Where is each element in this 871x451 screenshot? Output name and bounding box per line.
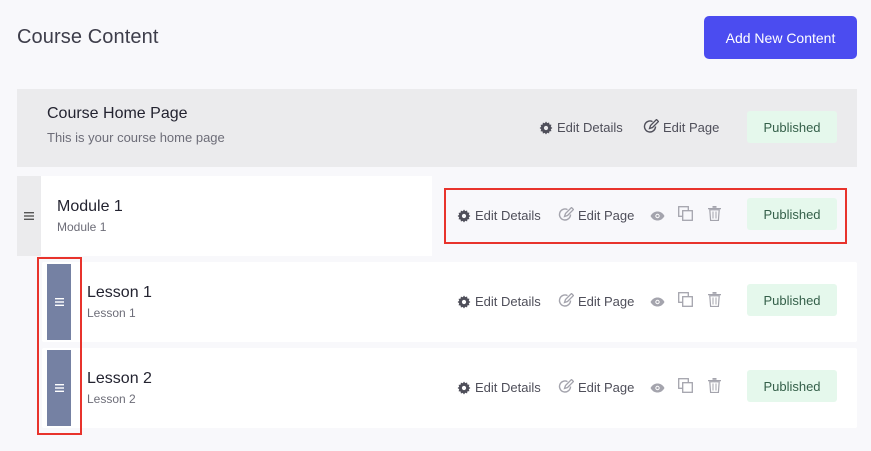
trash-icon[interactable] (708, 378, 721, 398)
lesson-subtitle: Lesson 2 (87, 392, 136, 406)
course-home-row: Course Home Page This is your course hom… (17, 89, 857, 167)
module-drag-handle[interactable] (17, 176, 41, 256)
trash-icon[interactable] (708, 292, 721, 312)
lesson-edit-details-button[interactable]: Edit Details (457, 294, 541, 309)
add-new-content-button[interactable]: Add New Content (704, 16, 857, 59)
edit-page-label: Edit Page (578, 379, 635, 395)
home-edit-details-button[interactable]: Edit Details (539, 120, 623, 135)
lesson-row[interactable]: Lesson 1 Lesson 1 Edit Details Edit Page… (42, 262, 857, 342)
gear-icon (457, 295, 471, 309)
module-edit-details-button[interactable]: Edit Details (457, 208, 541, 223)
edit-page-label: Edit Page (578, 207, 635, 223)
edit-details-label: Edit Details (475, 294, 541, 309)
gear-icon (539, 121, 553, 135)
module-title: Module 1 (57, 198, 123, 215)
lesson-edit-details-button[interactable]: Edit Details (457, 380, 541, 395)
home-status-badge: Published (747, 111, 837, 143)
home-edit-page-button[interactable]: Edit Page (643, 119, 719, 135)
edit-page-icon (643, 119, 659, 135)
lesson-edit-page-button[interactable]: Edit Page (558, 293, 634, 309)
lesson-drag-handle[interactable] (47, 350, 71, 426)
module-edit-page-button[interactable]: Edit Page (558, 207, 634, 223)
lesson-status-badge: Published (747, 370, 837, 402)
module-row[interactable]: Module 1 Module 1 (41, 176, 432, 256)
lesson-status-badge: Published (747, 284, 837, 316)
edit-details-label: Edit Details (475, 208, 541, 223)
edit-details-label: Edit Details (475, 380, 541, 395)
lesson-title: Lesson 2 (87, 370, 152, 387)
lesson-title: Lesson 1 (87, 284, 152, 301)
home-title: Course Home Page (47, 105, 188, 122)
edit-page-label: Edit Page (663, 119, 720, 135)
duplicate-icon[interactable] (678, 206, 693, 226)
home-subtitle: This is your course home page (47, 130, 225, 145)
gear-icon (457, 381, 471, 395)
duplicate-icon[interactable] (678, 292, 693, 312)
duplicate-icon[interactable] (678, 378, 693, 398)
edit-page-icon (558, 207, 574, 223)
eye-icon[interactable] (650, 294, 665, 312)
drag-handle-icon (24, 207, 34, 225)
module-subtitle: Module 1 (57, 220, 107, 234)
lesson-edit-page-button[interactable]: Edit Page (558, 379, 634, 395)
edit-details-label: Edit Details (557, 120, 623, 135)
edit-page-icon (558, 379, 574, 395)
lesson-subtitle: Lesson 1 (87, 306, 136, 320)
drag-handle-icon (54, 379, 64, 397)
edit-page-icon (558, 293, 574, 309)
drag-handle-icon (54, 293, 64, 311)
page-title: Course Content (17, 26, 159, 48)
eye-icon[interactable] (650, 380, 665, 398)
eye-icon[interactable] (650, 208, 665, 226)
lesson-row[interactable]: Lesson 2 Lesson 2 Edit Details Edit Page… (42, 348, 857, 428)
trash-icon[interactable] (708, 206, 721, 226)
module-status-badge: Published (747, 198, 837, 230)
lesson-drag-handle[interactable] (47, 264, 71, 340)
gear-icon (457, 209, 471, 223)
edit-page-label: Edit Page (578, 293, 635, 309)
